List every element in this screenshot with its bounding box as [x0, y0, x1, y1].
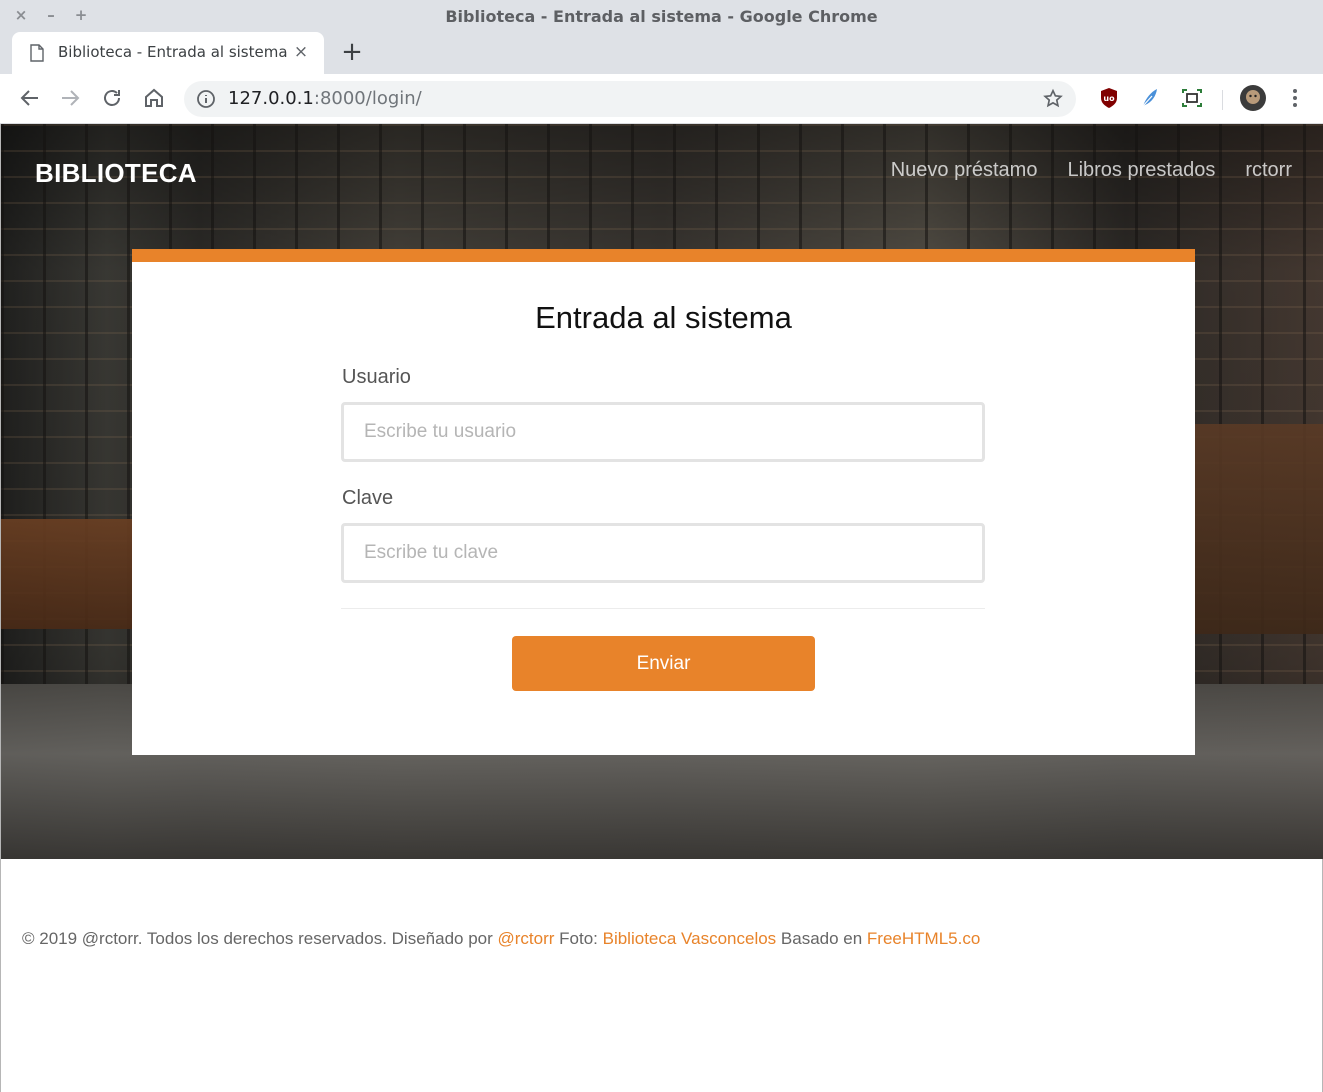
window-title: Biblioteca - Entrada al sistema - Google… — [445, 7, 878, 26]
menu-icon[interactable] — [1283, 86, 1307, 110]
address-bar[interactable]: 127.0.0.1:8000/login/ — [184, 81, 1076, 117]
submit-button[interactable]: Enviar — [512, 636, 815, 691]
home-icon[interactable] — [142, 86, 166, 110]
site-brand[interactable]: BIBLIOTECA — [35, 158, 197, 189]
footer-photo-link[interactable]: Biblioteca Vasconcelos — [603, 929, 777, 948]
username-input[interactable] — [341, 402, 985, 462]
password-input[interactable] — [341, 523, 985, 583]
window-titlebar: × – + Biblioteca - Entrada al sistema - … — [0, 0, 1323, 32]
hero-railing-right — [1195, 424, 1323, 634]
screenshot-icon[interactable] — [1180, 86, 1204, 110]
login-card: Entrada al sistema Usuario Clave Enviar — [132, 249, 1195, 755]
tab-title: Biblioteca - Entrada al sistema — [58, 43, 288, 61]
tab-close-button[interactable]: × — [290, 41, 312, 63]
back-icon[interactable] — [18, 86, 42, 110]
star-icon[interactable] — [1042, 88, 1064, 110]
footer-copyright: © 2019 @rctorr. Todos los derechos reser… — [22, 929, 498, 948]
form-divider — [341, 608, 985, 609]
password-label: Clave — [342, 487, 394, 509]
url-text[interactable]: 127.0.0.1:8000/login/ — [228, 88, 422, 109]
feather-icon[interactable] — [1138, 86, 1162, 110]
forward-icon[interactable] — [58, 86, 82, 110]
url-host: 127.0.0.1 — [228, 88, 314, 109]
username-label: Usuario — [342, 366, 411, 388]
login-title: Entrada al sistema — [535, 300, 792, 335]
new-tab-button[interactable]: + — [338, 39, 366, 67]
footer-based-text: Basado en — [776, 929, 867, 948]
info-icon[interactable] — [196, 89, 216, 109]
site-nav: Nuevo préstamo Libros prestados rctorr — [891, 159, 1292, 182]
hero-railing-left — [1, 519, 136, 629]
site-footer: © 2019 @rctorr. Todos los derechos reser… — [22, 929, 980, 949]
hero-background: BIBLIOTECA Nuevo préstamo Libros prestad… — [1, 124, 1323, 859]
url-path: :8000/login/ — [313, 88, 422, 109]
tab-strip: Biblioteca - Entrada al sistema × + — [0, 32, 1323, 74]
page-content: BIBLIOTECA Nuevo préstamo Libros prestad… — [0, 124, 1323, 1092]
svg-text:uo: uo — [1103, 94, 1115, 103]
toolbar-separator — [1222, 90, 1223, 110]
tab-active[interactable]: Biblioteca - Entrada al sistema × — [12, 32, 324, 74]
reload-icon[interactable] — [100, 86, 124, 110]
footer-photo-text: Foto: — [554, 929, 603, 948]
nav-link-nuevo-prestamo[interactable]: Nuevo préstamo — [891, 159, 1038, 182]
ublock-icon[interactable]: uo — [1097, 86, 1121, 110]
nav-link-user[interactable]: rctorr — [1245, 159, 1292, 182]
page-icon — [30, 44, 44, 62]
footer-based-link[interactable]: FreeHTML5.co — [867, 929, 980, 948]
avatar-icon[interactable] — [1240, 85, 1266, 111]
footer-designer-link[interactable]: @rctorr — [498, 929, 555, 948]
browser-toolbar: 127.0.0.1:8000/login/ uo — [0, 74, 1323, 124]
nav-link-libros-prestados[interactable]: Libros prestados — [1067, 159, 1215, 182]
